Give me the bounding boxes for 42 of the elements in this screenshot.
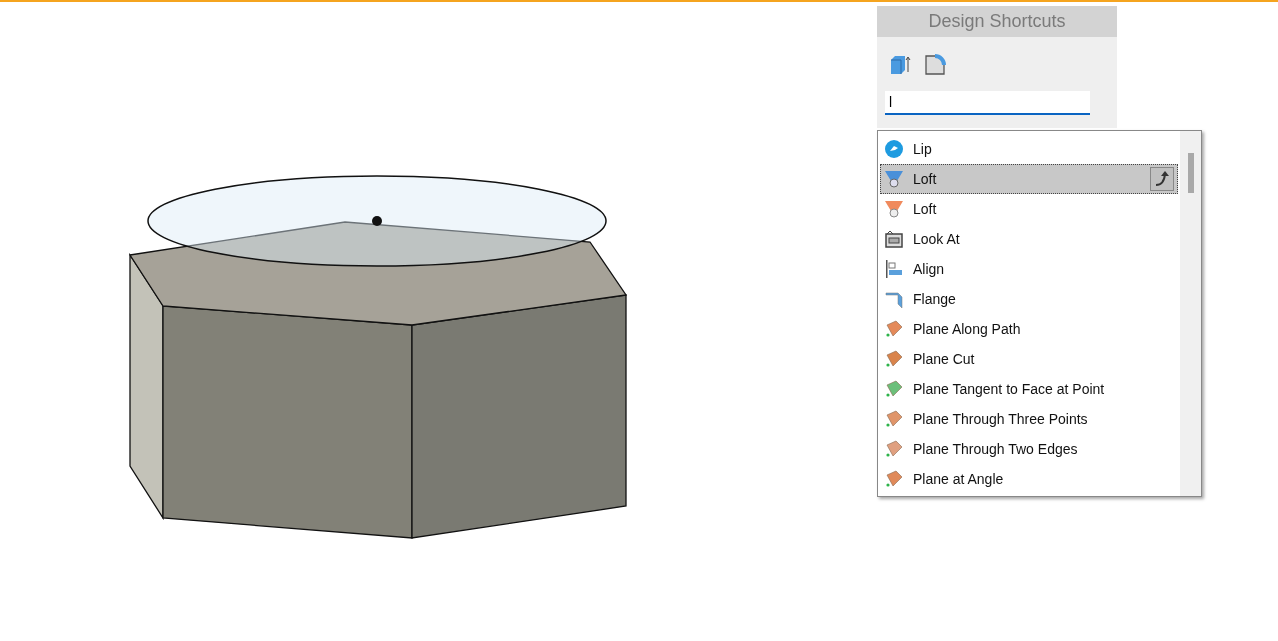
- suggestion-item[interactable]: Look At: [880, 224, 1178, 254]
- suggestion-item[interactable]: Plane Through Three Points: [880, 404, 1178, 434]
- extrude-cube-icon[interactable]: [889, 54, 911, 76]
- suggestion-label: Plane Cut: [913, 349, 976, 369]
- plane-icon: [884, 439, 904, 459]
- suggestion-item[interactable]: Plane at Angle: [880, 464, 1178, 494]
- funnel-ring-icon: [884, 199, 904, 219]
- suggestion-item[interactable]: Plane Along Path: [880, 314, 1178, 344]
- suggestion-label: Loft: [913, 199, 938, 219]
- plane-icon: [884, 409, 904, 429]
- suggestion-label: Lip: [913, 139, 933, 159]
- funnel-ring-icon: [884, 169, 904, 189]
- suggestion-item[interactable]: Loft: [880, 164, 1178, 194]
- search-field[interactable]: l: [885, 91, 1090, 115]
- panel-title: Design Shortcuts: [877, 6, 1117, 37]
- suggestion-label: Plane Through Two Edges: [913, 439, 1079, 459]
- hook-icon: [884, 139, 904, 159]
- suggestion-item[interactable]: Lip: [880, 134, 1178, 164]
- suggestion-label: Plane Along Path: [913, 319, 1022, 339]
- suggestion-label: Plane Through Three Points: [913, 409, 1089, 429]
- screen-icon: [884, 229, 904, 249]
- suggestion-item[interactable]: Align: [880, 254, 1178, 284]
- plane-icon: [884, 469, 904, 489]
- suggestion-label: Align: [913, 259, 946, 279]
- plane-icon: [884, 349, 904, 369]
- scrollbar-thumb[interactable]: [1187, 153, 1194, 193]
- plane-icon: [884, 319, 904, 339]
- suggestion-item[interactable]: Loft: [880, 194, 1178, 224]
- suggestion-item[interactable]: Plane Cut: [880, 344, 1178, 374]
- fillet-shape-icon[interactable]: [924, 54, 946, 76]
- suggestion-label: Look At: [913, 229, 961, 249]
- suggestion-label: Plane at Angle: [913, 469, 1005, 489]
- plane-icon: [884, 379, 904, 399]
- suggestion-label: Flange: [913, 289, 957, 309]
- scrollbar[interactable]: [1180, 131, 1201, 496]
- suggestion-item[interactable]: Flange: [880, 284, 1178, 314]
- suggestion-item[interactable]: Plane Tangent to Face at Point: [880, 374, 1178, 404]
- bent-sheet-icon: [884, 289, 904, 309]
- align-icon: [884, 259, 904, 279]
- suggestion-item[interactable]: Plane Through Two Edges: [880, 434, 1178, 464]
- suggestion-label: Plane Tangent to Face at Point: [913, 379, 1106, 399]
- suggestion-label: Loft: [913, 169, 938, 189]
